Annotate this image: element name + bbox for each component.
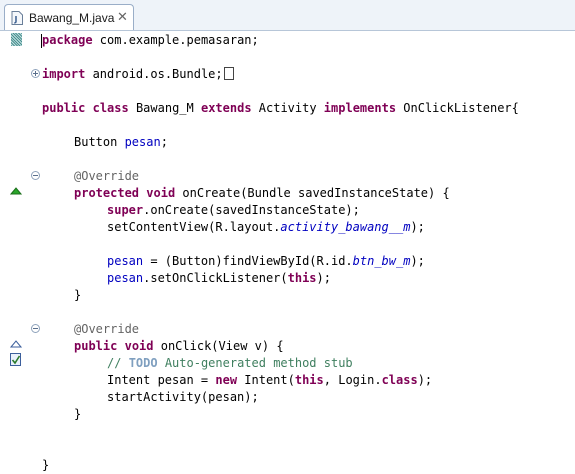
code-line: @Override [74,169,140,183]
task-checkbox-icon[interactable] [10,353,22,367]
code-line: @Override [74,322,140,336]
code-line: setContentView(R.layout.activity_bawang_… [107,220,425,234]
code-line: // TODO Auto-generated method stub [107,356,353,370]
tab-title: Bawang_M.java [29,11,115,25]
current-line-marker [11,33,22,46]
code-editor[interactable]: package com.example.pemasaran; import an… [30,31,575,474]
code-line: super.onCreate(savedInstanceState); [107,203,360,217]
code-line: public class Bawang_M extends Activity i… [42,101,519,115]
implements-triangle-icon[interactable] [10,340,22,348]
tab-bawang-m-java[interactable]: J Bawang_M.java ✕ [4,4,134,30]
close-icon[interactable]: ✕ [117,10,128,24]
code-line: startActivity(pesan); [107,390,259,404]
editor-tab-bar: J Bawang_M.java ✕ [0,0,575,31]
code-line: protected void onCreate(Bundle savedInst… [74,186,450,200]
code-line: import android.os.Bundle; [42,66,234,83]
code-line: pesan = (Button)findViewById(R.id.btn_bw… [107,254,425,268]
code-line: pesan.setOnClickListener(this); [107,271,331,285]
override-triangle-icon[interactable] [10,187,22,195]
code-line: public void onClick(View v) { [74,339,284,353]
svg-text:J: J [14,15,18,24]
code-line: Intent pesan = new Intent(this, Login.cl… [107,373,433,387]
left-ruler [0,31,30,474]
folded-imports-box[interactable] [223,67,234,80]
java-file-icon: J [11,11,23,25]
code-line: Button pesan; [74,135,168,149]
code-line: } [74,288,82,302]
code-line: } [42,458,50,472]
code-line: } [74,407,82,421]
code-line: package com.example.pemasaran; [42,33,259,47]
